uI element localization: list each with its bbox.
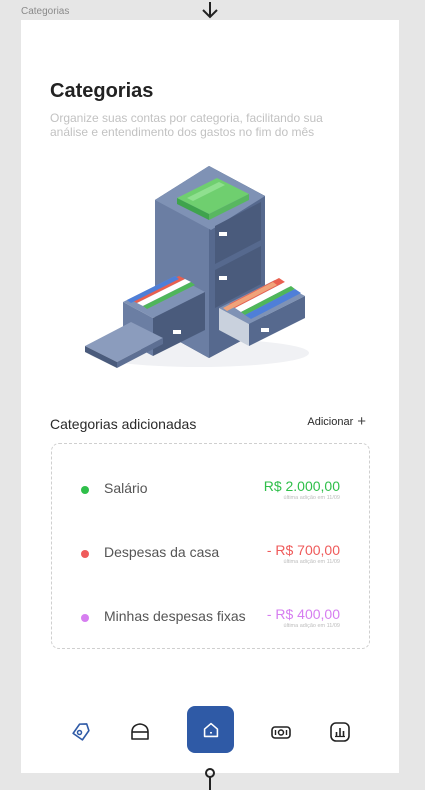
category-color-dot (81, 614, 89, 622)
app-screen: Categorias Organize suas contas por cate… (21, 20, 399, 773)
page-subtitle: Organize suas contas por categoria, faci… (50, 111, 323, 139)
arrow-down-icon (202, 2, 218, 19)
category-meta: última adição em 11/09 (283, 495, 340, 501)
pin-icon (205, 768, 215, 790)
section-title: Categorias adicionadas (50, 416, 197, 432)
categories-list: Salário R$ 2.000,00 última adição em 11/… (51, 443, 370, 649)
category-item-despesas-casa[interactable]: Despesas da casa - R$ 700,00 última adiç… (52, 536, 369, 576)
category-name: Despesas da casa (104, 544, 220, 560)
wallet-icon[interactable] (128, 720, 152, 744)
add-label: Adicionar (307, 416, 354, 428)
file-cabinet-illustration (85, 166, 309, 368)
tag-icon[interactable] (69, 720, 93, 744)
chart-icon[interactable] (328, 720, 352, 744)
home-button[interactable] (187, 706, 234, 753)
category-value: - R$ 400,00 (266, 606, 340, 622)
category-meta: última adição em 11/09 (283, 623, 340, 629)
category-item-despesas-fixas[interactable]: Minhas despesas fixas - R$ 400,00 última… (52, 600, 369, 640)
frame-label: Categorias (21, 6, 70, 17)
plus-icon: + (357, 413, 366, 430)
category-item-salario[interactable]: Salário R$ 2.000,00 última adição em 11/… (52, 472, 369, 512)
category-name: Minhas despesas fixas (104, 608, 246, 624)
category-name: Salário (104, 480, 148, 496)
category-color-dot (81, 486, 89, 494)
category-meta: última adição em 11/09 (283, 559, 340, 565)
category-color-dot (81, 550, 89, 558)
money-icon[interactable] (269, 720, 293, 744)
category-value: R$ 2.000,00 (263, 478, 340, 494)
page-title: Categorias (50, 80, 154, 102)
category-value: - R$ 700,00 (266, 542, 340, 558)
home-icon (203, 722, 218, 737)
add-category-button[interactable]: Adicionar + (307, 413, 366, 430)
